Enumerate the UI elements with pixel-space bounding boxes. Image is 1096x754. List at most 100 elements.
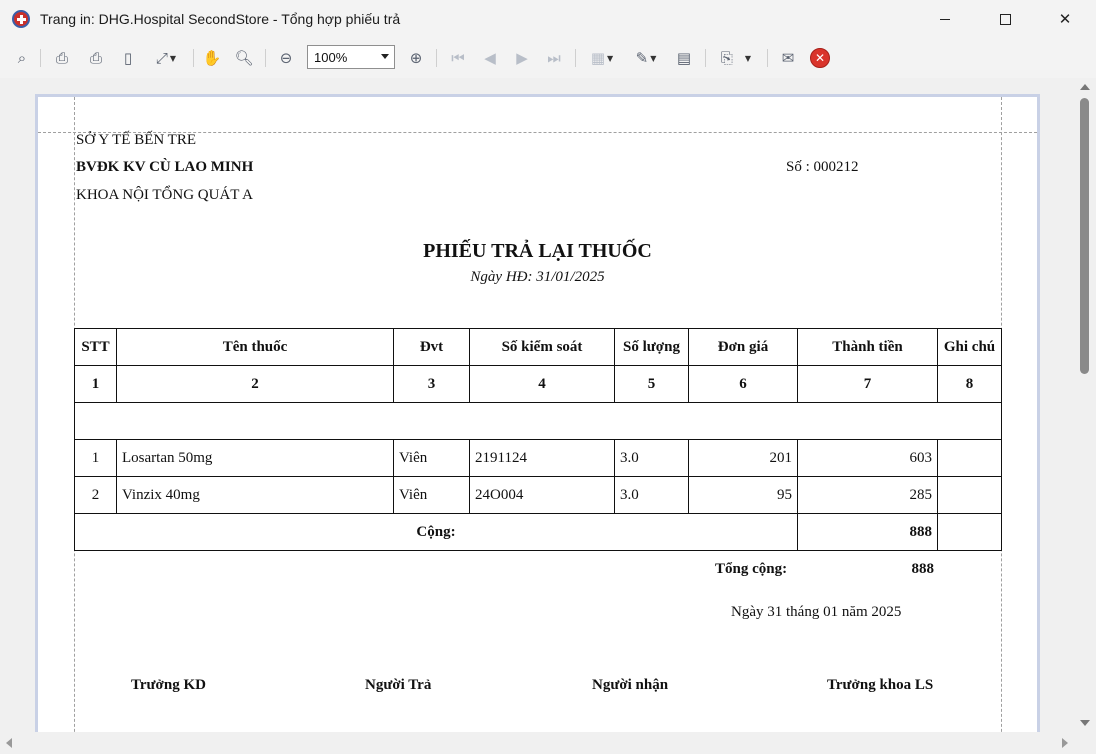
zoom-out-icon[interactable]: ⊖ xyxy=(274,46,298,70)
signer-3: Người nhận xyxy=(592,677,669,693)
cell-price: 201 xyxy=(688,439,798,477)
close-icon: ✕ xyxy=(1058,10,1072,28)
dept-line-1: SỞ Y TẾ BẾN TRE xyxy=(76,132,197,148)
cell-qty: 3.0 xyxy=(614,476,689,514)
vertical-scrollbar[interactable] xyxy=(1074,78,1096,732)
zoom-in-icon[interactable]: ⊕ xyxy=(404,46,428,70)
scroll-thumb[interactable] xyxy=(1080,98,1089,374)
cell-name: Vinzix 40mg xyxy=(116,476,394,514)
column-number-row: 1 2 3 4 5 6 7 8 xyxy=(74,365,1002,403)
maximize-button[interactable] xyxy=(976,0,1034,38)
cell-name: Losartan 50mg xyxy=(116,439,394,477)
cell-control: 24O004 xyxy=(469,476,615,514)
close-preview-button[interactable]: ✕ xyxy=(808,46,832,70)
empty-row xyxy=(74,402,1002,440)
binoculars-icon[interactable]: ⌕ xyxy=(10,46,34,70)
report-page: SỞ Y TẾ BẾN TRE BVĐK KV CÙ LAO MINH KHOA… xyxy=(38,97,1037,732)
color-icon[interactable]: ✎ ▼ xyxy=(628,46,664,70)
cell-qty: 3.0 xyxy=(614,439,689,477)
table-header-row: STT Tên thuốc Đvt Số kiểm soát Số lượng … xyxy=(74,328,1002,366)
quick-print-icon[interactable]: ⎙ xyxy=(84,46,108,70)
chevron-down-icon xyxy=(381,54,389,59)
cell-price: 95 xyxy=(688,476,798,514)
col-number: 2 xyxy=(116,365,394,403)
total-value: 888 xyxy=(911,561,935,577)
table-row: 2 Vinzix 40mg Viên 24O004 3.0 95 285 xyxy=(74,476,1002,514)
doc-number: Số : 000212 xyxy=(786,159,859,175)
cell-note xyxy=(937,476,1002,514)
toolbar-separator xyxy=(40,49,41,67)
magnifier-icon[interactable]: 🔍︎ xyxy=(232,46,256,70)
report-title: PHIẾU TRẢ LẠI THUỐC xyxy=(423,240,652,262)
subtotal-note xyxy=(937,513,1002,551)
print-icon[interactable]: ⎙ xyxy=(50,46,74,70)
col-number: 5 xyxy=(614,365,689,403)
minimize-icon xyxy=(940,18,950,20)
cell-note xyxy=(937,439,1002,477)
col-header: Số kiểm soát xyxy=(469,328,615,366)
multi-page-icon[interactable]: ▦ ▼ xyxy=(584,46,620,70)
toolbar-separator xyxy=(767,49,768,67)
total-label: Tổng cộng: xyxy=(715,561,788,577)
sign-date: Ngày 31 tháng 01 năm 2025 xyxy=(731,604,902,620)
scroll-up-icon[interactable] xyxy=(1080,84,1090,90)
col-header: Tên thuốc xyxy=(116,328,394,366)
next-page-icon[interactable]: ▶ xyxy=(510,46,534,70)
col-number: 4 xyxy=(469,365,615,403)
first-page-icon[interactable]: ⏮ xyxy=(446,46,470,70)
col-header: STT xyxy=(74,328,117,366)
export-icon[interactable]: ⎘ ▼ xyxy=(712,46,760,70)
toolbar-separator xyxy=(265,49,266,67)
col-header: Đơn giá xyxy=(688,328,798,366)
horizontal-scrollbar[interactable] xyxy=(0,732,1074,754)
toolbar-separator xyxy=(575,49,576,67)
page-setup-icon[interactable]: ▯ xyxy=(116,46,140,70)
preview-area[interactable]: SỞ Y TẾ BẾN TRE BVĐK KV CÙ LAO MINH KHOA… xyxy=(0,78,1074,732)
signer-4: Trưởng khoa LS xyxy=(827,677,934,693)
hospital-app-icon xyxy=(12,10,30,28)
table-row: 1 Losartan 50mg Viên 2191124 3.0 201 603 xyxy=(74,439,1002,477)
medicine-table: STT Tên thuốc Đvt Số kiểm soát Số lượng … xyxy=(74,328,1002,551)
col-number: 6 xyxy=(688,365,798,403)
last-page-icon[interactable]: ⏭ xyxy=(542,46,566,70)
dept-line-2: BVĐK KV CÙ LAO MINH xyxy=(76,159,254,175)
cell-stt: 2 xyxy=(74,476,117,514)
col-header: Thành tiền xyxy=(797,328,938,366)
col-number: 7 xyxy=(797,365,938,403)
scroll-corner xyxy=(1074,732,1096,754)
subtotal-label: Cộng: xyxy=(74,513,798,551)
subtotal-row: Cộng: 888 xyxy=(74,513,1002,551)
cell-amount: 603 xyxy=(797,439,938,477)
signer-1: Trưởng KD xyxy=(131,677,206,693)
scale-icon[interactable]: ⤢ ▼ xyxy=(148,46,184,70)
window-title: Trang in: DHG.Hospital SecondStore - Tổn… xyxy=(40,11,401,27)
close-preview-icon: ✕ xyxy=(810,48,830,68)
col-number: 1 xyxy=(74,365,117,403)
hand-icon[interactable]: ✋ xyxy=(200,46,224,70)
scroll-right-icon[interactable] xyxy=(1062,738,1068,748)
dept-line-3: KHOA NỘI TỔNG QUÁT A xyxy=(76,187,253,203)
cell-stt: 1 xyxy=(74,439,117,477)
subtotal-value: 888 xyxy=(797,513,938,551)
zoom-value: 100% xyxy=(314,49,348,65)
signer-2: Người Trả xyxy=(365,677,432,693)
col-header: Số lượng xyxy=(614,328,689,366)
zoom-select[interactable]: 100% xyxy=(307,45,395,69)
send-icon[interactable]: ✉ xyxy=(776,46,800,70)
cell-unit: Viên xyxy=(393,439,470,477)
minimize-button[interactable] xyxy=(916,0,974,38)
toolbar-separator xyxy=(705,49,706,67)
prev-page-icon[interactable]: ◀ xyxy=(478,46,502,70)
watermark-icon[interactable]: ▤ xyxy=(672,46,696,70)
col-header: Đvt xyxy=(393,328,470,366)
close-window-button[interactable]: ✕ xyxy=(1036,0,1094,38)
toolbar-separator xyxy=(436,49,437,67)
scroll-down-icon[interactable] xyxy=(1080,720,1090,726)
scroll-left-icon[interactable] xyxy=(6,738,12,748)
report-date: Ngày HĐ: 31/01/2025 xyxy=(470,269,605,285)
maximize-icon xyxy=(999,13,1011,25)
col-number: 3 xyxy=(393,365,470,403)
col-header: Ghi chú xyxy=(937,328,1002,366)
cell-unit: Viên xyxy=(393,476,470,514)
col-number: 8 xyxy=(937,365,1002,403)
